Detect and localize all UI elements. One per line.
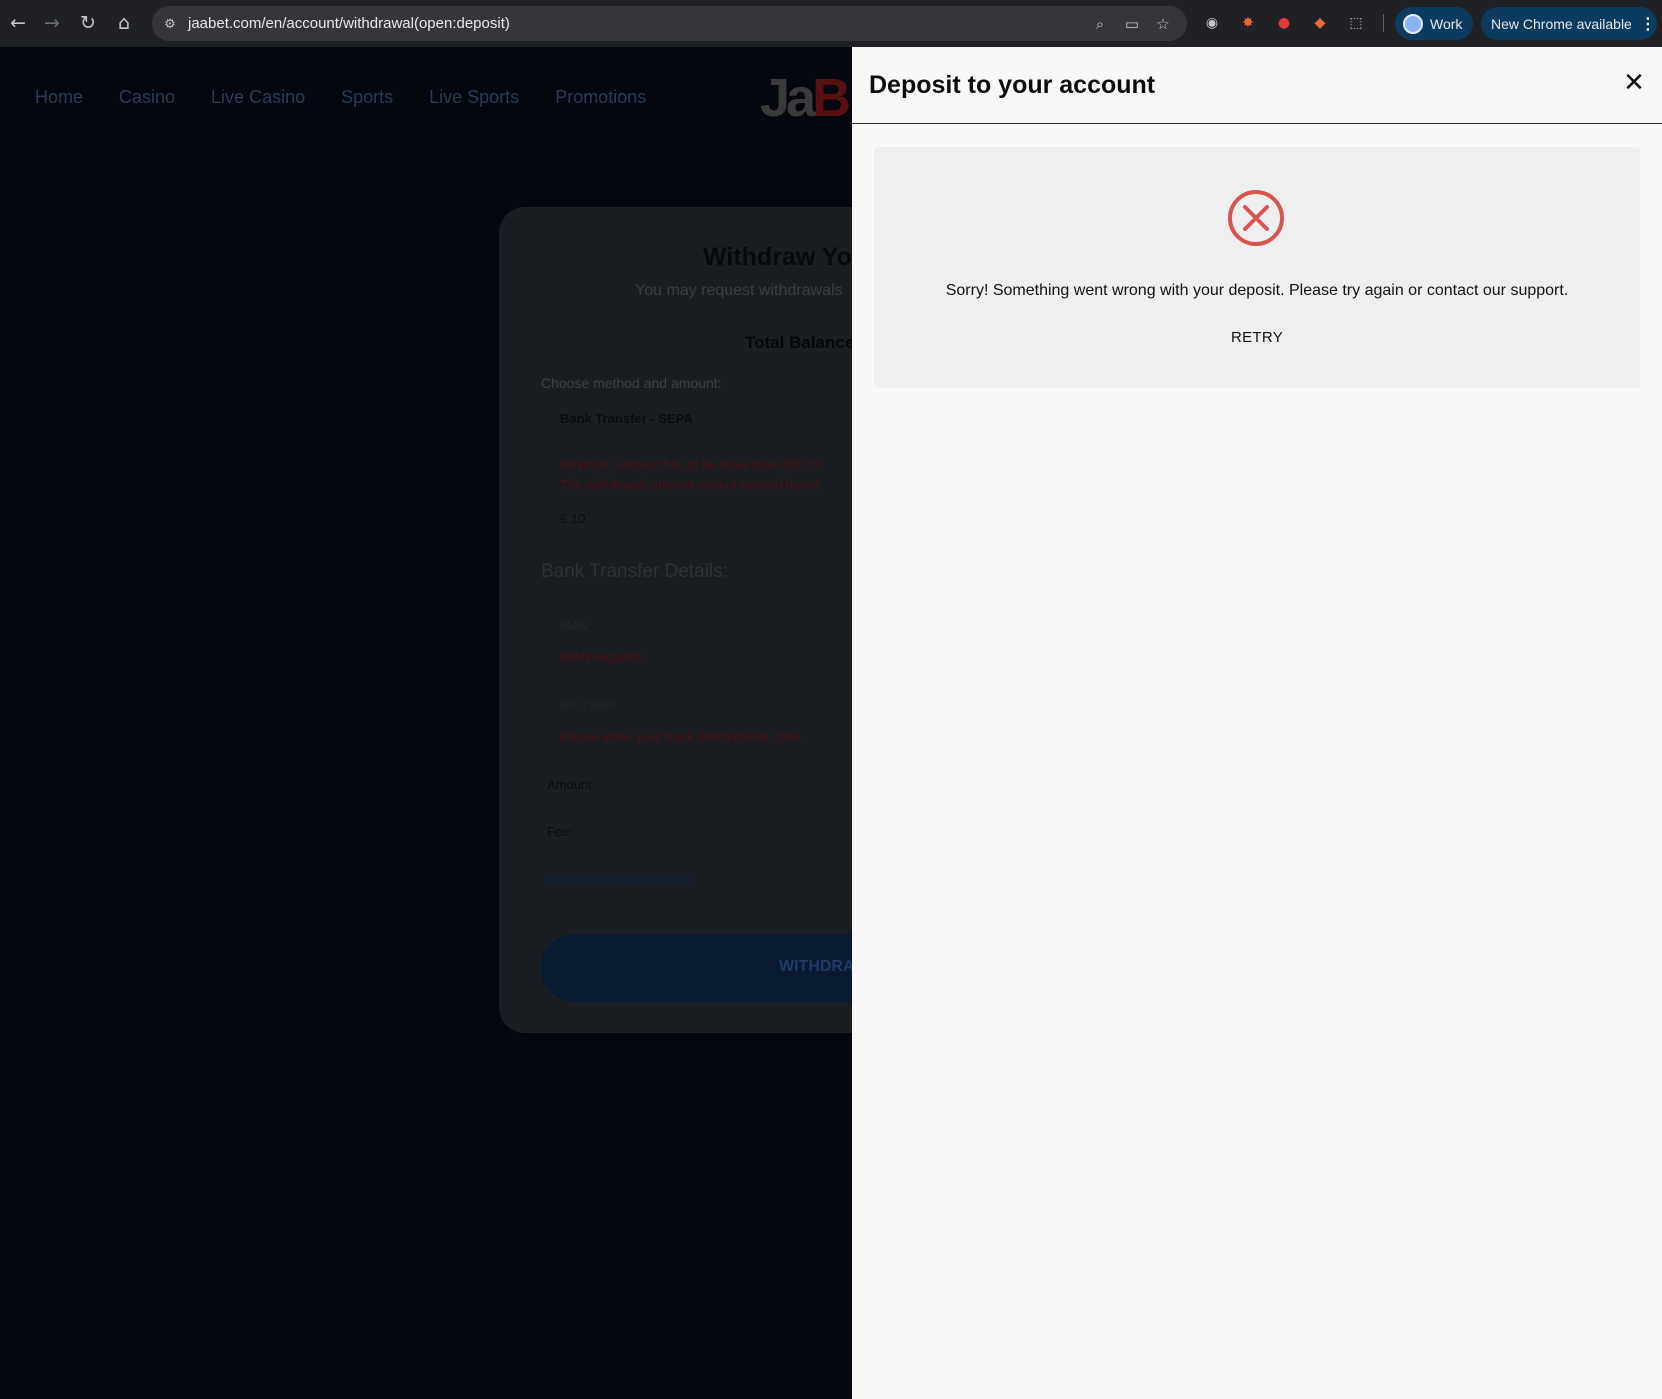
- zoom-icon[interactable]: ⌕: [1089, 13, 1111, 35]
- bic-field[interactable]: BIC / Swift: [560, 698, 616, 712]
- site-logo[interactable]: JaB: [760, 67, 851, 129]
- fee-label: Fee:: [547, 824, 574, 839]
- puzzle-extensions-icon[interactable]: ⬚: [1344, 11, 1368, 35]
- bookmark-star-icon[interactable]: ☆: [1152, 13, 1174, 35]
- bic-error: Please enter your bank international cod…: [560, 729, 804, 744]
- method-select[interactable]: Bank Transfer - SEPA: [560, 411, 693, 426]
- max-amount-error: The withdrawal amount cannot exceed the …: [560, 477, 822, 492]
- update-label: New Chrome available: [1491, 15, 1632, 32]
- nav-live-casino[interactable]: Live Casino: [211, 87, 305, 108]
- min-amount-error: Minimum amount has to be more than €50.0…: [560, 457, 823, 472]
- withdraw-title: Withdraw Yo: [703, 243, 852, 271]
- nav-home[interactable]: Home: [35, 87, 83, 108]
- nav-sports[interactable]: Sports: [341, 87, 393, 108]
- amount-input[interactable]: € 10: [560, 511, 585, 526]
- forward-icon[interactable]: →: [37, 8, 67, 38]
- extension-icon[interactable]: ✸: [1236, 11, 1260, 35]
- back-icon[interactable]: ←: [3, 8, 33, 38]
- kebab-menu-icon[interactable]: ⋮: [1640, 14, 1656, 34]
- error-message: Sorry! Something went wrong with your de…: [945, 282, 1569, 299]
- profile-label: Work: [1430, 15, 1463, 32]
- reload-icon[interactable]: ↻: [73, 8, 103, 38]
- browser-toolbar: ← → ↻ ⌂ ⚙ jaabet.com/en/account/withdraw…: [0, 0, 1662, 47]
- nav-promotions[interactable]: Promotions: [555, 87, 646, 108]
- url-text[interactable]: jaabet.com/en/account/withdrawal(open:de…: [188, 15, 510, 32]
- site-nav: Home Casino Live Casino Sports Live Spor…: [35, 87, 682, 108]
- extension-icon[interactable]: ●: [1272, 11, 1296, 35]
- retry-button[interactable]: RETRY: [1207, 317, 1307, 357]
- profile-button[interactable]: Work: [1395, 7, 1473, 40]
- chrome-update-button[interactable]: New Chrome available ⋮: [1481, 7, 1657, 40]
- avatar: [1403, 13, 1423, 34]
- home-icon[interactable]: ⌂: [109, 8, 139, 38]
- close-icon[interactable]: ✕: [1618, 67, 1650, 99]
- iban-error: IBAN required.: [560, 649, 646, 664]
- choose-method-label: Choose method and amount:: [541, 375, 722, 391]
- drawer-header: Deposit to your account ✕: [852, 47, 1662, 124]
- final-amount-label: Final Withdrawal Amount:: [547, 872, 695, 887]
- nav-casino[interactable]: Casino: [119, 87, 175, 108]
- iban-field[interactable]: IBAN: [560, 619, 588, 633]
- error-icon: [1228, 190, 1284, 246]
- toolbar-divider: [1383, 14, 1384, 32]
- withdraw-subtitle: You may request withdrawals: [635, 282, 843, 299]
- nav-live-sports[interactable]: Live Sports: [429, 87, 519, 108]
- drawer-title: Deposit to your account: [869, 71, 1156, 99]
- extension-icon[interactable]: ◆: [1308, 11, 1332, 35]
- address-bar[interactable]: ⚙ jaabet.com/en/account/withdrawal(open:…: [152, 6, 1187, 41]
- total-balance-label: Total Balance: [745, 333, 855, 352]
- deposit-drawer: Deposit to your account ✕ Sorry! Somethi…: [852, 47, 1662, 1399]
- withdraw-button-label: WITHDRA: [779, 958, 855, 975]
- amount-label: Amount:: [547, 777, 596, 792]
- bank-details-title: Bank Transfer Details:: [541, 561, 728, 582]
- install-app-icon[interactable]: ▭: [1121, 13, 1143, 35]
- extension-icon[interactable]: ◉: [1200, 11, 1224, 35]
- site-settings-icon[interactable]: ⚙: [160, 14, 180, 34]
- error-panel: Sorry! Something went wrong with your de…: [874, 147, 1640, 388]
